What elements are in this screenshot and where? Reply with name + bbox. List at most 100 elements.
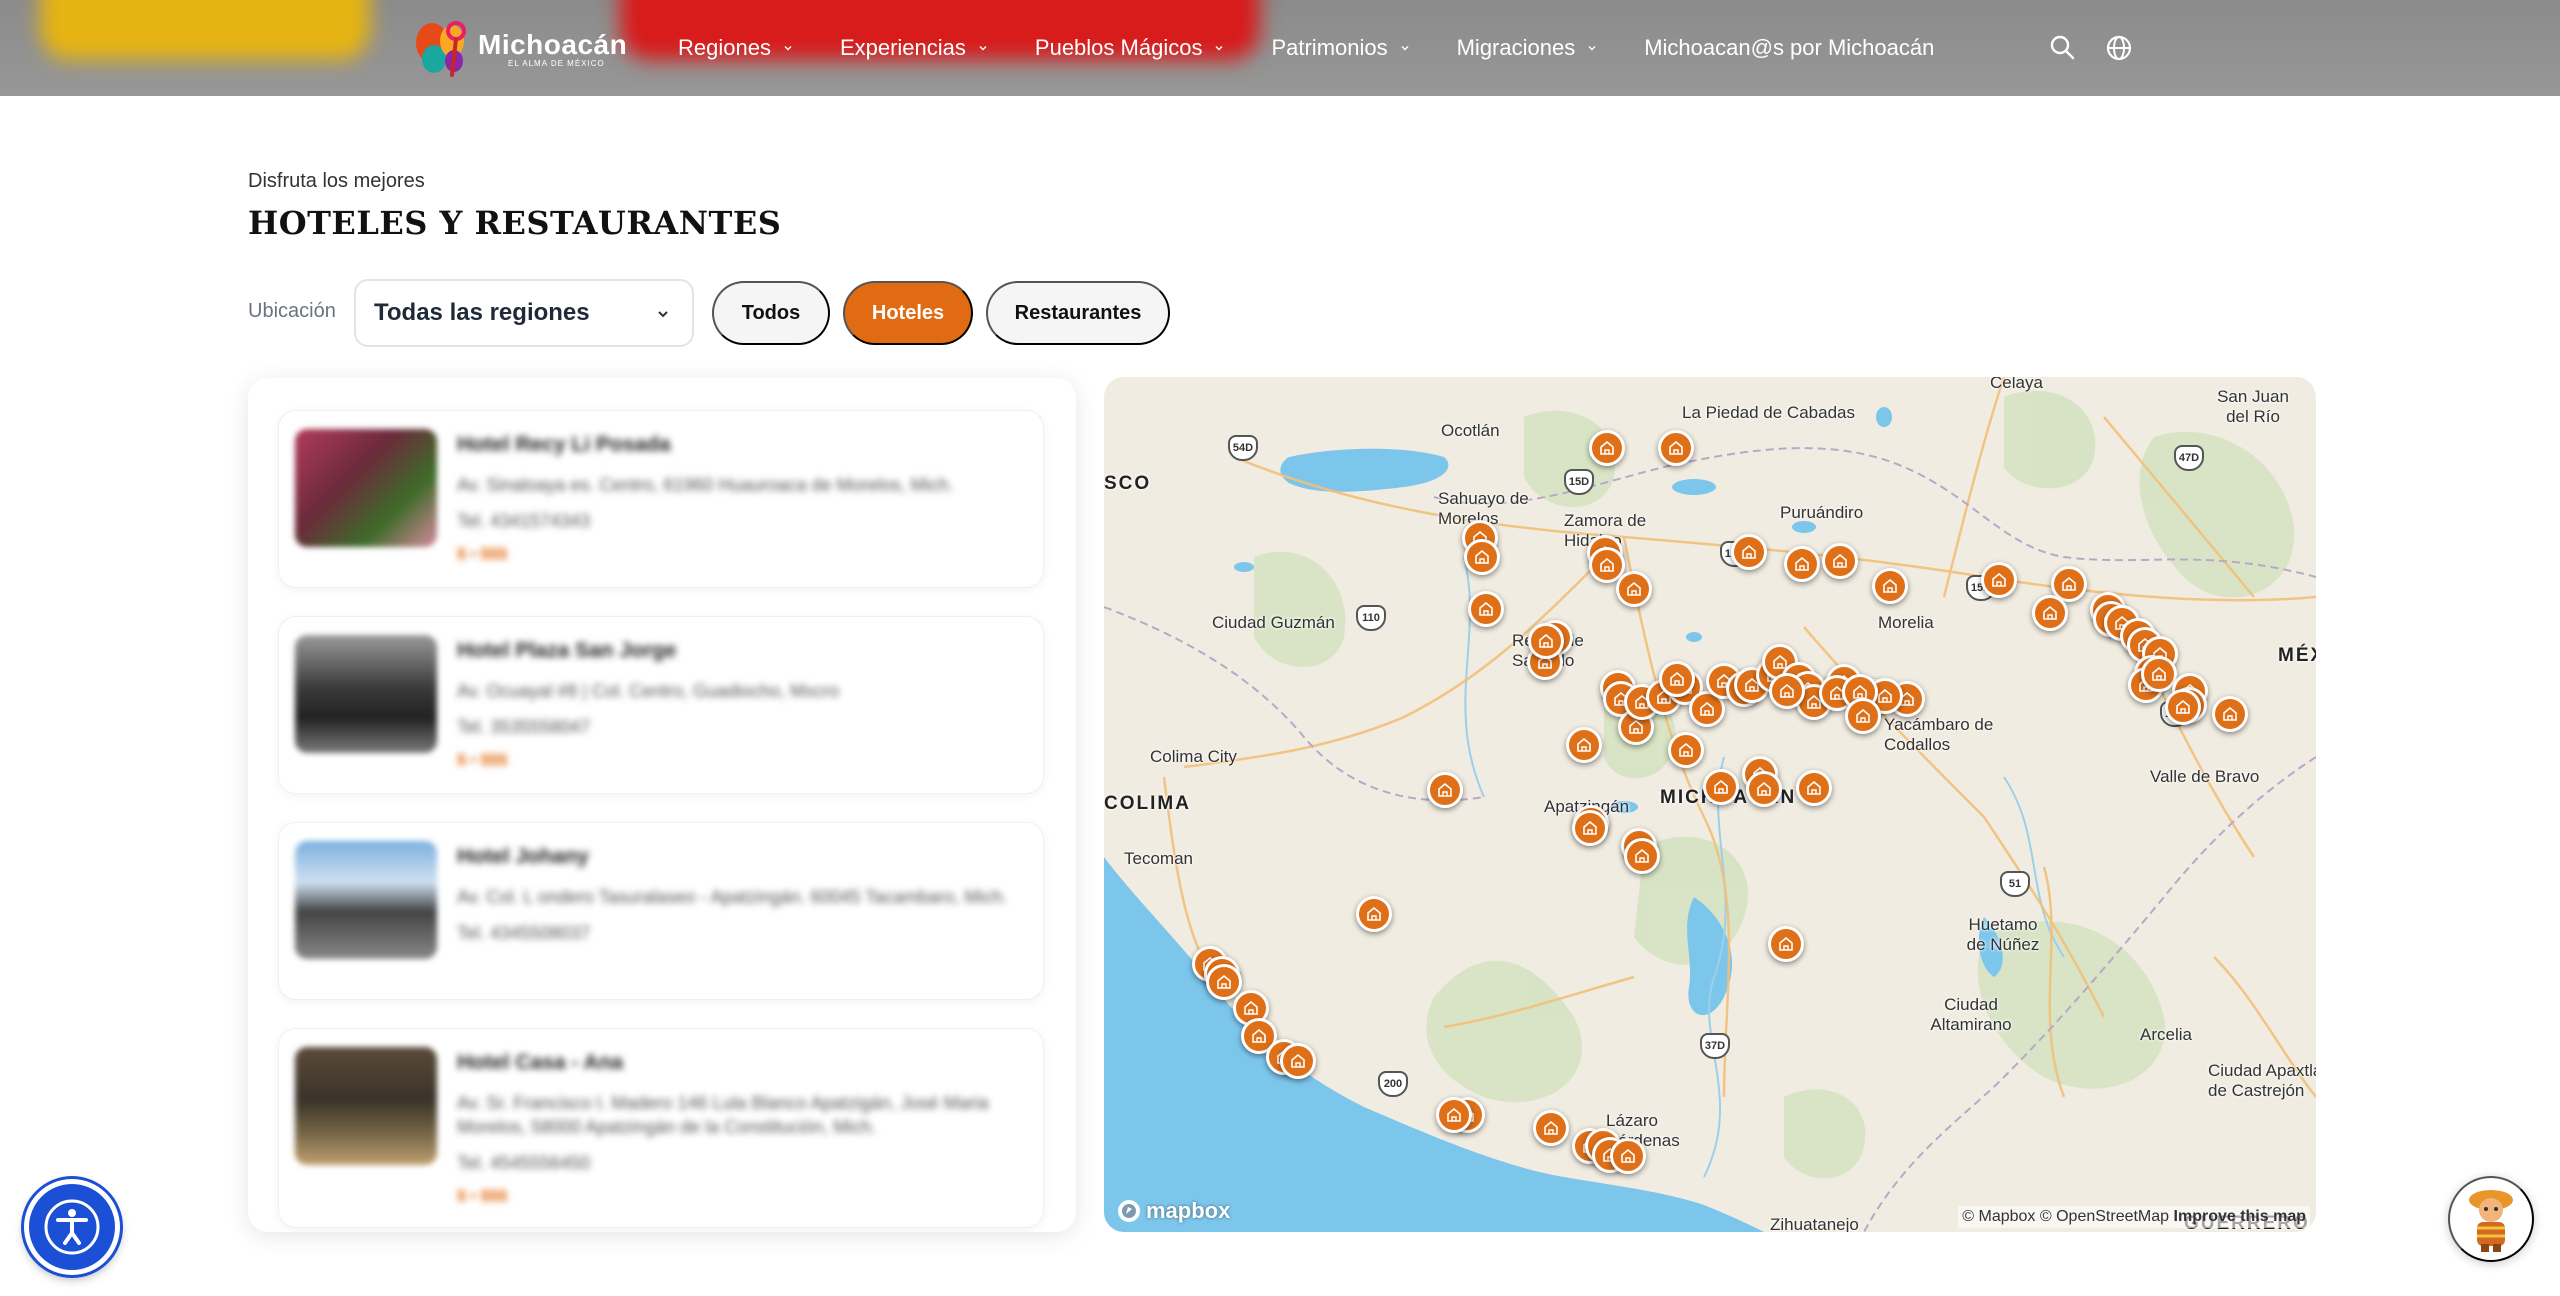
hotel-icon	[1447, 1107, 1461, 1122]
hotel-marker[interactable]	[1436, 1097, 1472, 1133]
listing-phone: Tel. 3535558047	[457, 717, 591, 737]
hotel-icon	[1780, 683, 1794, 698]
hotel-icon	[1700, 701, 1714, 716]
map-city-label: Ciudad Guzmán	[1212, 613, 1335, 632]
logo-tagline: EL ALMA DE MÉXICO	[508, 58, 605, 68]
hotel-icon	[1479, 601, 1493, 616]
hotel-marker[interactable]	[1206, 964, 1242, 1000]
listing-price: $ • $$$	[457, 752, 508, 769]
hotel-icon	[1757, 781, 1771, 796]
hotel-marker[interactable]	[1624, 838, 1660, 874]
map-attribution: © Mapbox © OpenStreetMap Improve this ma…	[1958, 1206, 2310, 1228]
hotel-marker[interactable]	[2032, 595, 2068, 631]
accessibility-icon	[44, 1199, 100, 1255]
tab-hoteles[interactable]: Hoteles	[843, 281, 973, 345]
listing-photo	[295, 841, 437, 959]
hotel-marker[interactable]	[1784, 546, 1820, 582]
listing-name: Hotel Johany	[457, 845, 589, 868]
hotel-icon	[1621, 1148, 1635, 1163]
globe-icon[interactable]	[2104, 33, 2134, 63]
hotel-icon	[2223, 706, 2237, 721]
hotel-marker[interactable]	[1468, 591, 1504, 627]
tab-restaurantes[interactable]: Restaurantes	[986, 281, 1170, 345]
nav-michoacanos[interactable]: Michoacan@s por Michoacán	[1644, 35, 1934, 61]
site-logo[interactable]: Michoacán EL ALMA DE MÉXICO	[412, 10, 627, 86]
hotel-marker[interactable]	[1427, 772, 1463, 808]
listing-card[interactable]: Hotel Plaza San Jorge Av. Ocuayal #8 | C…	[278, 616, 1044, 794]
highway-shield: 200	[1378, 1071, 1408, 1097]
chevron-down-icon	[1588, 46, 1596, 51]
nav-pueblos-magicos[interactable]: Pueblos Mágicos	[1035, 35, 1225, 61]
mapbox-wordmark: mapbox	[1146, 1198, 1231, 1223]
hotel-marker[interactable]	[1566, 727, 1602, 763]
hotel-marker[interactable]	[1464, 539, 1500, 575]
attribution-text[interactable]: © Mapbox © OpenStreetMap	[1962, 1208, 2169, 1225]
map-city-label: Zihuatanejo	[1770, 1215, 1859, 1232]
hotel-marker[interactable]	[1533, 1110, 1569, 1146]
hotel-marker[interactable]	[1610, 1138, 1646, 1174]
hotel-marker[interactable]	[1528, 623, 1564, 659]
listing-card[interactable]: Hotel Casa - Ana Av. Sr. Francisco I. Ma…	[278, 1028, 1044, 1228]
accessibility-button[interactable]	[24, 1179, 120, 1275]
hotel-marker[interactable]	[1616, 571, 1652, 607]
map-city-label: San Juan del Río	[2217, 387, 2289, 426]
highway-shield: 54D	[1228, 435, 1258, 461]
logo-wordmark: Michoacán	[478, 28, 628, 60]
nav-label: Pueblos Mágicos	[1034, 35, 1203, 60]
listing-phone: Tel. 4345508037	[457, 923, 591, 943]
hotel-icon	[2176, 699, 2190, 714]
search-icon[interactable]	[2048, 33, 2078, 63]
hotel-marker[interactable]	[1796, 770, 1832, 806]
assistant-button[interactable]	[2448, 1176, 2534, 1262]
hotel-marker[interactable]	[1572, 810, 1608, 846]
hotel-marker[interactable]	[1872, 568, 1908, 604]
hotel-icon	[1807, 780, 1821, 795]
tab-todos[interactable]: Todos	[712, 281, 830, 345]
hotel-marker[interactable]	[1703, 769, 1739, 805]
location-label: Ubicación	[248, 300, 336, 322]
nav-experiencias[interactable]: Experiencias	[840, 35, 988, 61]
listing-address: Av. Sinaloaya es. Centro, 61960 Huauroac…	[457, 475, 954, 495]
listing-photo	[295, 429, 437, 547]
hotel-marker[interactable]	[1356, 896, 1392, 932]
listing-card[interactable]: Hotel Johany Av. Col. L ondero Tasuralas…	[278, 822, 1044, 1000]
nav-label: Patrimonios	[1271, 35, 1388, 60]
nav-patrimonios[interactable]: Patrimonios	[1271, 35, 1409, 61]
hotel-marker[interactable]	[1822, 543, 1858, 579]
hotel-marker[interactable]	[1746, 771, 1782, 807]
hotel-marker[interactable]	[1589, 430, 1625, 466]
hotel-marker[interactable]	[2212, 696, 2248, 732]
hotel-marker[interactable]	[2165, 689, 2201, 725]
listing-panel[interactable]: Hotel Recy Li Posada Av. Sinaloaya es. C…	[248, 378, 1076, 1232]
hotel-marker[interactable]	[1845, 698, 1881, 734]
hotel-marker[interactable]	[1659, 661, 1695, 697]
hotel-icon	[1670, 671, 1684, 686]
listing-name: Hotel Casa - Ana	[457, 1051, 624, 1074]
hotel-marker[interactable]	[1768, 926, 1804, 962]
hotel-icon	[1669, 440, 1683, 455]
hotel-marker[interactable]	[1280, 1043, 1316, 1079]
monarch-butterfly-icon	[412, 13, 472, 83]
nav-regiones[interactable]: Regiones	[678, 35, 793, 61]
hotel-icon	[1779, 936, 1793, 951]
hotel-marker[interactable]	[1668, 732, 1704, 768]
region-select[interactable]: Todas las regiones	[354, 279, 694, 347]
highway-shield: 110	[1356, 605, 1386, 631]
hotel-marker[interactable]	[1731, 534, 1767, 570]
hotel-marker[interactable]	[1658, 430, 1694, 466]
nav-migraciones[interactable]: Migraciones	[1457, 35, 1598, 61]
chevron-down-icon	[1401, 46, 1409, 51]
hotel-icon	[1475, 549, 1489, 564]
hotel-icon	[1629, 719, 1643, 734]
hotel-marker[interactable]	[1769, 673, 1805, 709]
hotel-icon	[1217, 974, 1231, 989]
improve-map-link[interactable]: Improve this map	[2174, 1208, 2306, 1225]
map-city-label: Valle de Bravo	[2150, 767, 2260, 786]
hotel-marker[interactable]	[1981, 562, 2017, 598]
map-city-label: Puruándiro	[1780, 503, 1864, 522]
chevron-down-icon	[784, 46, 792, 51]
listing-card[interactable]: Hotel Recy Li Posada Av. Sinaloaya es. C…	[278, 410, 1044, 588]
map-city-label: Colima City	[1150, 747, 1237, 766]
mapbox-logo[interactable]: mapbox	[1116, 1198, 1230, 1224]
map[interactable]: Celaya La Piedad de Cabadas San Juan del…	[1104, 377, 2316, 1232]
